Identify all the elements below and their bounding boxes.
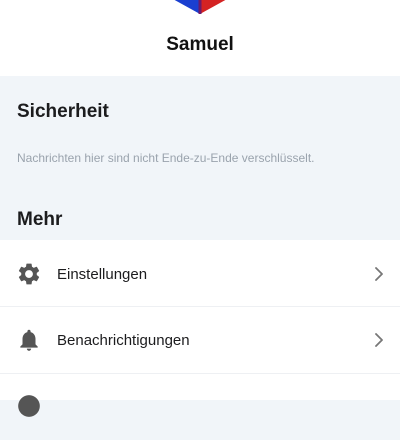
bell-icon <box>16 327 42 358</box>
more-section-title: Mehr <box>17 209 63 230</box>
settings-label: Einstellungen <box>57 266 148 283</box>
notifications-menu-item[interactable]: Benachrichtigungen <box>0 307 400 373</box>
help-menu-item[interactable] <box>0 374 400 440</box>
avatar[interactable] <box>171 0 229 14</box>
security-section-title: Sicherheit <box>17 101 109 122</box>
profile-name: Samuel <box>166 34 234 55</box>
chevron-right-icon <box>373 266 385 287</box>
more-menu: Einstellungen Benachrichtigungen <box>0 240 400 417</box>
notifications-label: Benachrichtigungen <box>57 332 190 349</box>
settings-menu-item[interactable]: Einstellungen <box>0 240 400 306</box>
profile-header: Samuel <box>0 0 400 76</box>
help-icon <box>16 393 42 424</box>
gear-icon <box>16 261 42 292</box>
chevron-right-icon <box>373 332 385 353</box>
encryption-notice: Nachrichten hier sind nicht Ende-zu-Ende… <box>17 151 315 165</box>
